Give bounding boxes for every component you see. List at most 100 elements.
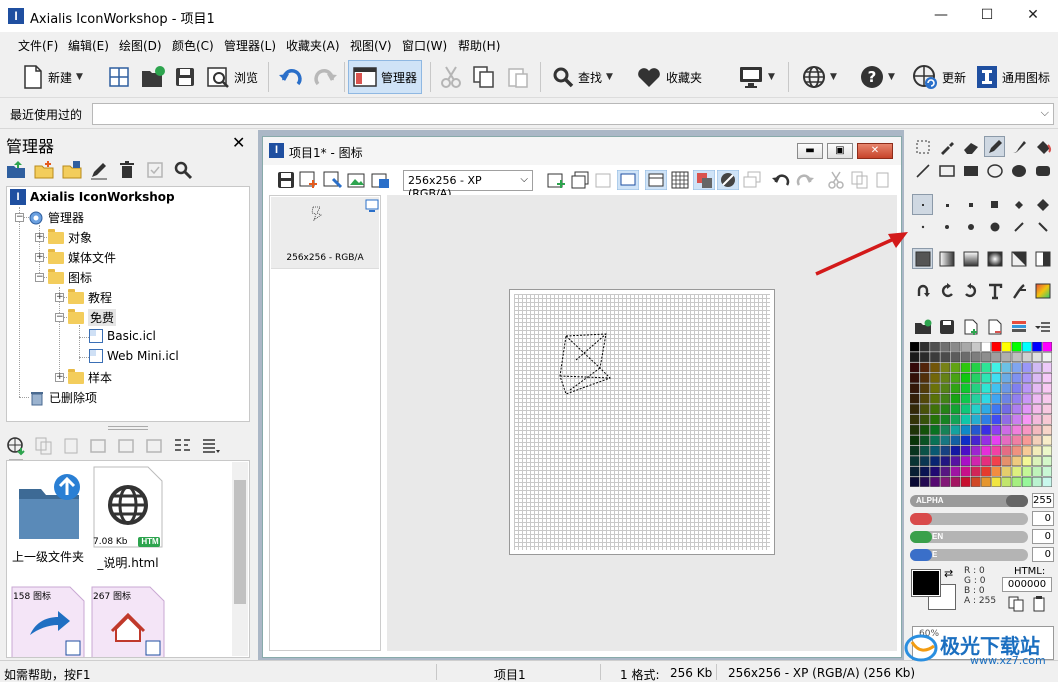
palette-swatch[interactable]	[971, 383, 981, 394]
palette-swatch[interactable]	[919, 476, 930, 487]
palette-swatch[interactable]	[930, 362, 940, 373]
palette-swatch[interactable]	[960, 362, 971, 373]
save-icon[interactable]	[277, 171, 295, 189]
expand-icon[interactable]: +	[35, 253, 44, 262]
menu-color[interactable]: 颜色(C)	[172, 37, 214, 54]
doc-close-button[interactable]: ✕	[857, 143, 893, 159]
palette-swatch[interactable]	[991, 476, 1001, 487]
palette-menu-icon[interactable]	[1032, 316, 1053, 337]
palette-swatch[interactable]	[1042, 362, 1053, 373]
rotate-left-icon[interactable]	[936, 280, 957, 301]
palette-swatch[interactable]	[909, 466, 920, 477]
new-button[interactable]: 新建 ▼	[18, 60, 87, 94]
delete-palette-icon[interactable]	[984, 316, 1005, 337]
web-button[interactable]: ▼	[798, 60, 841, 94]
palette-swatch[interactable]	[909, 362, 920, 373]
new-image-icon[interactable]	[299, 171, 319, 189]
brush-diamond-small[interactable]	[1008, 194, 1029, 215]
file-tile-html[interactable]: 7.08 Kb HTM _说明.html	[89, 465, 167, 571]
palette-swatch[interactable]	[1011, 476, 1022, 487]
tree-item-objects[interactable]: + 对象	[35, 228, 92, 246]
palette-swatch[interactable]	[930, 424, 940, 435]
palette-swatch[interactable]	[940, 373, 951, 383]
palette-swatch[interactable]	[1032, 445, 1042, 456]
palette-swatch[interactable]	[909, 393, 920, 404]
brush-size-4[interactable]	[984, 194, 1005, 215]
palette-swatch[interactable]	[930, 445, 940, 456]
palette-swatch[interactable]	[950, 373, 961, 383]
palette-swatch[interactable]	[971, 466, 981, 477]
palette-swatch[interactable]	[1032, 341, 1042, 352]
blue-slider[interactable]: E 0	[910, 547, 1056, 562]
palette-swatch[interactable]	[1021, 456, 1032, 467]
palette-swatch[interactable]	[909, 414, 920, 425]
palette-swatch[interactable]	[919, 341, 930, 352]
menu-edit[interactable]: 编辑(E)	[68, 37, 109, 54]
palette-swatch[interactable]	[1021, 383, 1032, 394]
palette-swatch[interactable]	[981, 456, 991, 467]
browse-button[interactable]: 浏览	[202, 60, 262, 94]
palette-swatch[interactable]	[1001, 352, 1012, 362]
palette-swatch[interactable]	[1001, 373, 1012, 383]
palette-swatch[interactable]	[1021, 424, 1032, 435]
brush-size-1[interactable]	[912, 194, 933, 215]
palette-swatch[interactable]	[991, 456, 1001, 467]
palette-swatch[interactable]	[950, 383, 961, 394]
palette-swatch[interactable]	[991, 393, 1001, 404]
save-palette-icon[interactable]	[936, 316, 957, 337]
doc-maximize-button[interactable]: ▣	[827, 143, 853, 159]
palette-swatch[interactable]	[1032, 424, 1042, 435]
palette-swatch[interactable]	[1011, 456, 1022, 467]
palette-swatch[interactable]	[1042, 352, 1053, 362]
palette-swatch[interactable]	[960, 373, 971, 383]
palette-swatch[interactable]	[971, 393, 981, 404]
menu-window[interactable]: 窗口(W)	[402, 37, 447, 54]
palette-swatch[interactable]	[971, 445, 981, 456]
palette-swatch[interactable]	[1001, 341, 1012, 352]
palette-swatch[interactable]	[981, 466, 991, 477]
palette-swatch[interactable]	[940, 435, 951, 446]
eyedropper-tool-icon[interactable]	[936, 136, 957, 157]
palette-swatch[interactable]	[1021, 414, 1032, 425]
brush-size-3[interactable]	[960, 194, 981, 215]
palette-swatch[interactable]	[981, 435, 991, 446]
fill-solid-icon[interactable]	[912, 248, 933, 269]
tree-item-samples[interactable]: + 样本	[55, 368, 112, 386]
palette-swatch[interactable]	[909, 435, 920, 446]
new-library-icon[interactable]	[62, 160, 82, 180]
rotate-right-icon[interactable]	[960, 280, 981, 301]
menu-file[interactable]: 文件(F)	[18, 37, 58, 54]
palette-swatch[interactable]	[1042, 341, 1053, 352]
palette-swatch[interactable]	[1042, 414, 1053, 425]
search-icon[interactable]	[173, 160, 193, 180]
palette-swatch[interactable]	[950, 414, 961, 425]
red-value[interactable]: 0	[1032, 511, 1054, 526]
palette-swatch[interactable]	[981, 404, 991, 415]
undo-icon[interactable]	[771, 171, 791, 189]
palette-swatch[interactable]	[909, 383, 920, 394]
palette-grid-icon[interactable]	[1008, 316, 1029, 337]
palette-swatch[interactable]	[971, 424, 981, 435]
palette-swatch[interactable]	[1001, 466, 1012, 477]
palette-swatch[interactable]	[991, 435, 1001, 446]
brush-round-1[interactable]	[912, 216, 933, 237]
palette-swatch[interactable]	[950, 435, 961, 446]
manager-close-button[interactable]: ✕	[232, 133, 245, 152]
palette-swatch[interactable]	[940, 476, 951, 487]
new-folder-icon[interactable]	[34, 160, 54, 180]
palette-swatch[interactable]	[930, 476, 940, 487]
palette-swatch[interactable]	[909, 404, 920, 415]
palette-swatch[interactable]	[930, 456, 940, 467]
palette-swatch[interactable]	[1021, 341, 1032, 352]
add-multiple-formats-icon[interactable]	[571, 171, 591, 189]
red-slider[interactable]: 0	[910, 511, 1056, 526]
palette-swatch[interactable]	[981, 352, 991, 362]
palette-swatch[interactable]	[919, 352, 930, 362]
palette-swatch[interactable]	[991, 404, 1001, 415]
palette-swatch[interactable]	[1001, 424, 1012, 435]
chevron-down-icon[interactable]: ⌵	[520, 174, 528, 185]
rectangle-tool-icon[interactable]	[936, 160, 957, 181]
add-format-icon[interactable]	[547, 171, 567, 189]
palette-swatch[interactable]	[981, 383, 991, 394]
palette-swatch[interactable]	[919, 414, 930, 425]
